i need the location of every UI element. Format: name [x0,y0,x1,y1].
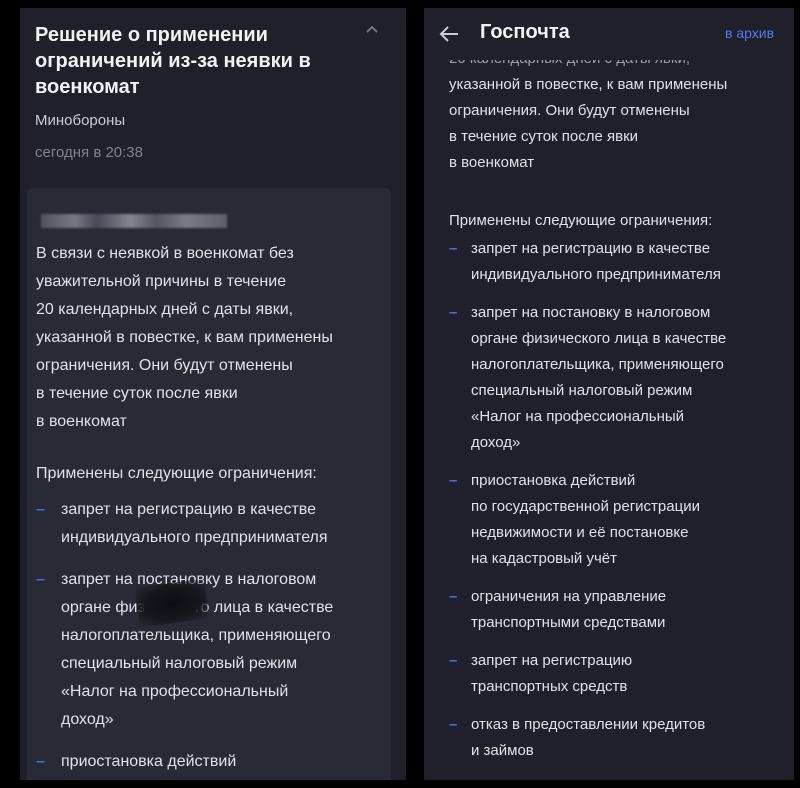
message-card: В связи с неявкой в военкомат без уважит… [27,188,391,780]
list-item-line: налогоплательщика, применяющего [471,356,724,373]
dash-bullet-icon: – [449,472,458,489]
message-title-line: Решение о применении [35,24,268,46]
list-item-line: на кадастровый учёт [471,550,618,567]
app-title: Госпочта [480,21,570,43]
list-item-line: запрет на постановку в налоговом [61,571,317,588]
message-detail-panel: Решение о применении ограничений из-за н… [20,8,406,780]
list-item-line: налогоплательщика, применяющего [61,627,331,644]
list-item: – приостановка действий по государственн… [449,468,784,572]
list-item: – запрет на регистрацию транспортных сре… [449,648,784,700]
body-line: в течение суток после явки [449,128,639,145]
list-item-line: транспортных средств [471,678,628,695]
list-item-line: отказ в предоставлении кредитов [471,716,706,733]
list-item-line: ограничения на управление [471,588,667,605]
list-item: – запрет на регистрацию в качестве индив… [36,496,386,552]
list-item: – отказ в предоставлении кредитов и займ… [449,712,784,764]
dash-bullet-icon: – [449,240,458,257]
list-item-line: органе физического лица в качестве [471,330,727,347]
dash-bullet-icon: – [449,716,458,733]
dash-bullet-icon: – [449,652,458,669]
list-item: – запрет на постановку в налоговом орган… [36,566,386,734]
list-item: – приостановка действий [36,748,386,776]
dash-bullet-icon: – [449,304,458,321]
restrictions-list: – запрет на регистрацию в качестве индив… [449,236,784,764]
list-item-line: запрет на регистрацию в качестве [61,501,316,518]
list-item-line: и займов [471,742,534,759]
list-item-line: запрет на постановку в налоговом [471,304,711,321]
gosuslugi-mail-panel: 20 календарных дней с даты явки, указанн… [424,8,794,780]
arrow-left-icon[interactable] [438,24,460,44]
message-title: Решение о применении ограничений из-за н… [35,22,345,100]
body-line: ограничения. Они будут отменены [36,357,293,374]
list-item: – ограничения на управление транспортным… [449,584,784,636]
list-item-line: транспортными средствами [471,614,666,631]
body-line: В связи с неявкой в военкомат без [36,245,294,262]
restrictions-heading: Применены следующие ограничения: [449,212,713,229]
list-item-line: приостановка действий [471,472,636,489]
redacted-recipient-name [41,214,227,228]
list-item: – запрет на постановку в налоговом орган… [449,300,784,456]
app-header: Госпочта в архив [424,8,794,60]
restrictions-list: – запрет на регистрацию в качестве индив… [36,496,386,776]
clipped-line-text: 20 календарных дней с даты явки, [449,60,690,70]
dash-bullet-icon: – [449,588,458,605]
chevron-up-icon[interactable] [362,22,382,38]
list-item: – запрет на регистрацию в качестве индив… [449,236,784,288]
clipped-previous-line: 20 календарных дней с даты явки, [449,60,749,70]
list-item-line: приостановка действий [61,753,237,770]
body-line: в течение суток после явки [36,385,238,402]
list-item-line: индивидуального предпринимателя [61,529,328,546]
body-line: указанной в повестке, к вам применены [36,329,333,346]
message-body: указанной в повестке, к вам применены ог… [449,72,784,176]
restrictions-heading: Применены следующие ограничения: [36,465,317,482]
dash-bullet-icon: – [36,753,45,770]
list-item-line: доход» [471,434,521,451]
dash-bullet-icon: – [36,571,45,588]
body-line: уважительной причины в течение [36,273,287,290]
message-title-line: военкомат [35,76,140,98]
list-item-line: органе физического лица в качестве [61,599,334,616]
list-item-line: специальный налоговый режим [61,655,298,672]
message-sender: Минобороны [35,112,126,129]
list-item-line: «Налог на профессиональный [471,408,685,425]
message-title-line: ограничений из-за неявки в [35,50,311,72]
dash-bullet-icon: – [36,501,45,518]
message-timestamp: сегодня в 20:38 [35,144,143,161]
list-item-line: недвижимости и её постановке [471,524,689,541]
list-item-line: «Налог на профессиональный [61,683,289,700]
list-item-line: по государственной регистрации [471,498,700,515]
body-line: в военкомат [36,413,127,430]
body-line: в военкомат [449,154,535,171]
list-item-line: доход» [61,711,114,728]
body-line: 20 календарных дней с даты явки, [36,301,294,318]
list-item-line: специальный налоговый режим [471,382,693,399]
archive-button[interactable]: в архив [725,25,774,41]
list-item-line: запрет на регистрацию [471,652,633,669]
message-body: В связи с неявкой в военкомат без уважит… [36,240,386,436]
body-line: указанной в повестке, к вам применены [449,76,728,93]
body-line: ограничения. Они будут отменены [449,102,690,119]
list-item-line: индивидуального предпринимателя [471,266,721,283]
list-item-line: запрет на регистрацию в качестве [471,240,711,257]
